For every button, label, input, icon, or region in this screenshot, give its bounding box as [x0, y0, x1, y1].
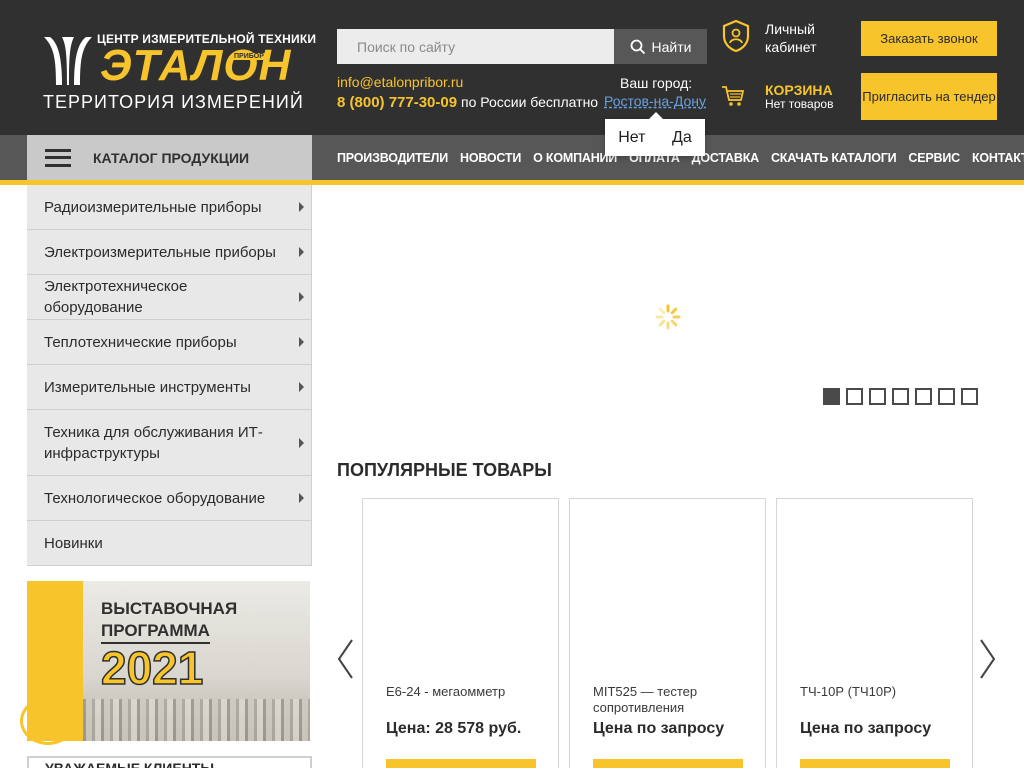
- logo-badge: ПРИБОР: [232, 53, 266, 60]
- phone-note: по России бесплатно: [457, 94, 599, 110]
- menu-icon: [45, 148, 71, 167]
- product-price: Цена по запросу: [593, 720, 725, 737]
- banner-title: ВЫСТАВОЧНАЯ ПРОГРАММА: [101, 598, 237, 644]
- add-to-cart-button[interactable]: [386, 759, 536, 768]
- sidebar-item-electrotechnical[interactable]: Электротехническое оборудование: [27, 275, 312, 320]
- search-icon: [630, 39, 645, 54]
- slider-dot[interactable]: [938, 388, 955, 405]
- product-card[interactable]: MIT525 — тестер сопротивления Цена по за…: [569, 498, 766, 768]
- sidebar-item-it-infrastructure[interactable]: Техника для обслуживания ИТ-инфраструкту…: [27, 410, 312, 476]
- city-confirm-popup: Нет Да: [605, 112, 705, 156]
- sidebar-item-label: Измерительные инструменты: [44, 378, 251, 396]
- sidebar-item-label: Теплотехнические приборы: [44, 333, 237, 351]
- personal-account-link[interactable]: Личный кабинет: [765, 20, 835, 56]
- sidebar-item-new[interactable]: Новинки: [27, 521, 312, 566]
- chat-widget-button[interactable]: [20, 697, 76, 745]
- logo-emblem-icon: [44, 37, 92, 85]
- nav-item-manufacturers[interactable]: ПРОИЗВОДИТЕЛИ: [337, 151, 448, 165]
- chevron-right-icon: [299, 337, 304, 347]
- phone-link[interactable]: 8 (800) 777-30-09: [337, 94, 457, 111]
- product-name[interactable]: MIT525 — тестер сопротивления: [593, 684, 753, 716]
- slider-dot[interactable]: [846, 388, 863, 405]
- chevron-right-icon: [299, 202, 304, 212]
- logo-tagline: ТЕРРИТОРИЯ ИЗМЕРЕНИЙ: [43, 92, 304, 112]
- carousel-next-arrow-icon[interactable]: [979, 638, 997, 680]
- loading-spinner-icon: [655, 304, 681, 330]
- product-name[interactable]: ТЧ-10Р (ТЧ10Р): [800, 684, 960, 700]
- user-shield-icon[interactable]: [722, 20, 750, 52]
- city-confirm-no[interactable]: Нет: [618, 129, 645, 147]
- carousel-prev-arrow-icon[interactable]: [336, 638, 354, 680]
- slider-dot[interactable]: [892, 388, 909, 405]
- slider-dot[interactable]: [823, 388, 840, 405]
- slider-dot[interactable]: [915, 388, 932, 405]
- phone-line: 8 (800) 777-30-09 по России бесплатно: [337, 94, 598, 111]
- sidebar-item-thermal[interactable]: Теплотехнические приборы: [27, 320, 312, 365]
- nav-item-service[interactable]: СЕРВИС: [908, 151, 960, 165]
- search-form: Найти: [337, 29, 707, 64]
- add-to-cart-button[interactable]: [593, 759, 743, 768]
- product-card[interactable]: ТЧ-10Р (ТЧ10Р) Цена по запросу: [776, 498, 973, 768]
- nav-item-catalogs[interactable]: СКАЧАТЬ КАТАЛОГИ: [771, 151, 897, 165]
- chevron-right-icon: [299, 292, 304, 302]
- chevron-right-icon: [299, 493, 304, 503]
- slider-dot[interactable]: [961, 388, 978, 405]
- cart-status: Нет товаров: [765, 97, 834, 111]
- banner-photo: [83, 699, 310, 741]
- sidebar-item-radio[interactable]: Радиоизмерительные приборы: [27, 185, 312, 230]
- cart-icon[interactable]: [721, 84, 745, 108]
- city-label: Ваш город:: [620, 75, 693, 91]
- city-selector[interactable]: Ростов-на-Дону: [604, 93, 706, 109]
- chevron-right-icon: [299, 382, 304, 392]
- add-to-cart-button[interactable]: [800, 759, 950, 768]
- logo-wordmark: ЭТАЛОН: [100, 41, 292, 90]
- email-link[interactable]: info@etalonpribor.ru: [337, 74, 463, 90]
- sidebar-item-label: Техника для обслуживания ИТ-инфраструкту…: [44, 423, 263, 462]
- search-button[interactable]: Найти: [614, 29, 707, 64]
- search-button-label: Найти: [651, 38, 692, 55]
- product-price: Цена по запросу: [800, 720, 932, 737]
- search-input[interactable]: [337, 29, 614, 64]
- chevron-right-icon: [299, 437, 304, 448]
- chevron-right-icon: [299, 247, 304, 257]
- banner-year: 2021: [100, 642, 204, 694]
- slider-dot[interactable]: [869, 388, 886, 405]
- banner-line-1: ВЫСТАВОЧНАЯ: [101, 599, 238, 618]
- product-card[interactable]: Е6-24 - мегаомметр Цена: 28 578 руб.: [362, 498, 559, 768]
- sidebar-item-label: Технологическое оборудование: [44, 489, 266, 507]
- sidebar-item-label: Радиоизмерительные приборы: [44, 198, 262, 216]
- clients-heading: УВАЖАЕМЫЕ КЛИЕНТЫ: [45, 760, 215, 768]
- sidebar-item-label: Электротехническое оборудование: [44, 278, 188, 316]
- banner-line-2: ПРОГРАММА: [101, 620, 210, 644]
- catalog-menu-button[interactable]: КАТАЛОГ ПРОДУКЦИИ: [27, 135, 312, 180]
- nav-item-news[interactable]: НОВОСТИ: [460, 151, 521, 165]
- product-name[interactable]: Е6-24 - мегаомметр: [386, 684, 546, 700]
- catalog-menu-label: КАТАЛОГ ПРОДУКЦИИ: [93, 149, 250, 166]
- product-price: Цена: 28 578 руб.: [386, 720, 522, 737]
- catalog-sidebar: Радиоизмерительные приборы Электроизмери…: [27, 185, 312, 566]
- sidebar-item-label: Новинки: [44, 534, 103, 552]
- city-confirm-yes[interactable]: Да: [672, 129, 692, 147]
- order-call-button[interactable]: Заказать звонок: [861, 21, 997, 56]
- cart-title[interactable]: КОРЗИНА: [765, 82, 833, 98]
- popular-products-title: ПОПУЛЯРНЫЕ ТОВАРЫ: [337, 460, 552, 480]
- sidebar-item-tools[interactable]: Измерительные инструменты: [27, 365, 312, 410]
- slider-pagination: [823, 388, 978, 405]
- sidebar-item-technological[interactable]: Технологическое оборудование: [27, 476, 312, 521]
- sidebar-item-label: Электроизмерительные приборы: [44, 243, 276, 261]
- invite-tender-button[interactable]: Пригласить на тендер: [861, 73, 997, 120]
- nav-item-contacts[interactable]: КОНТАКТЫ: [972, 151, 1024, 165]
- sidebar-item-electro-measuring[interactable]: Электроизмерительные приборы: [27, 230, 312, 275]
